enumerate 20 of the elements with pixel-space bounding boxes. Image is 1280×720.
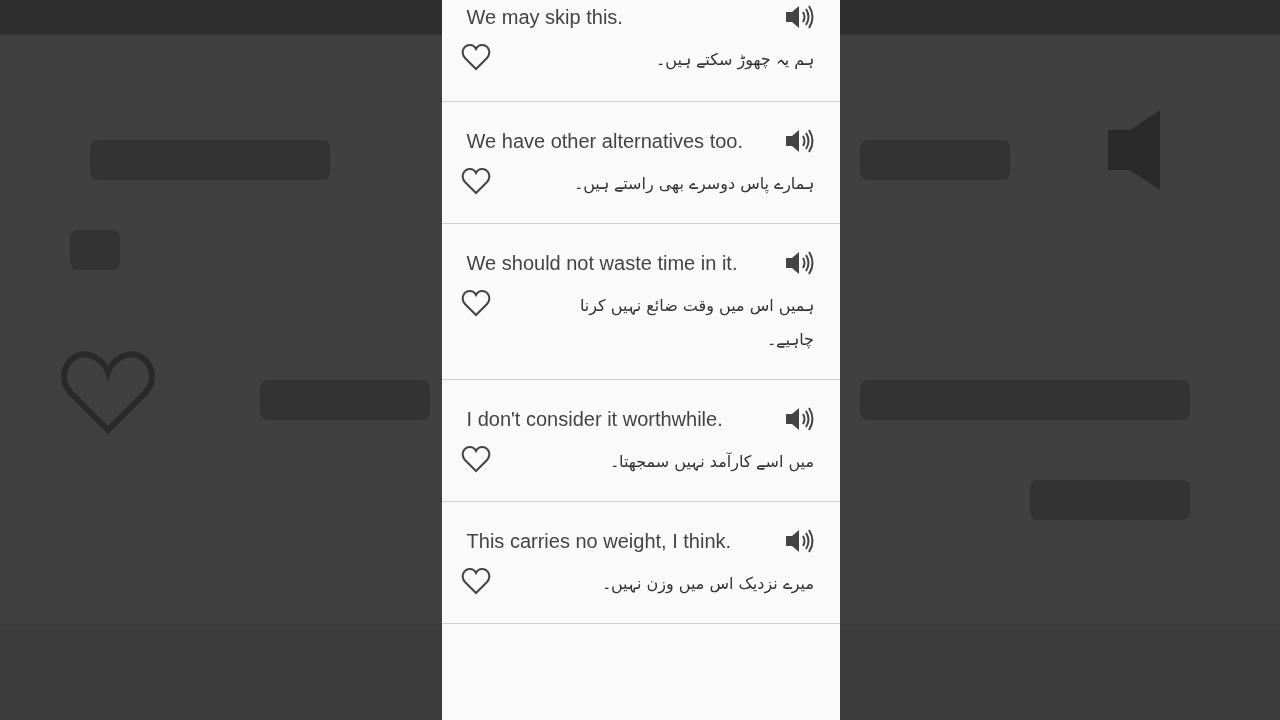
- heart-icon[interactable]: [461, 567, 491, 595]
- urdu-translation: ہمارے پاس دوسرے بھی راستے ہیں۔: [573, 173, 814, 196]
- speaker-icon[interactable]: [784, 250, 814, 276]
- heart-icon[interactable]: [461, 43, 491, 71]
- english-phrase: We should not waste time in it.: [465, 251, 739, 276]
- speaker-icon[interactable]: [784, 128, 814, 154]
- english-phrase: This carries no weight, I think.: [465, 529, 733, 554]
- heart-icon[interactable]: [461, 289, 491, 317]
- urdu-translation: میں اسے کارآمد نہیں سمجھتا۔: [609, 451, 814, 474]
- urdu-translation: ہم یہ چھوڑ سکتے ہیں۔: [655, 49, 814, 72]
- heart-icon[interactable]: [461, 445, 491, 473]
- english-phrase: We have other alternatives too.: [465, 129, 745, 154]
- speaker-icon[interactable]: [784, 528, 814, 554]
- english-phrase: We may skip this.: [465, 5, 624, 30]
- speaker-icon[interactable]: [784, 4, 814, 30]
- english-phrase: I don't consider it worthwhile.: [465, 407, 724, 432]
- urdu-translation: ہمیں اس میں وقت ضائع نہیں کرنا چاہیے۔: [578, 295, 814, 351]
- urdu-translation: میرے نزدیک اس میں وزن نہیں۔: [600, 573, 814, 596]
- speaker-icon[interactable]: [784, 406, 814, 432]
- heart-icon[interactable]: [461, 167, 491, 195]
